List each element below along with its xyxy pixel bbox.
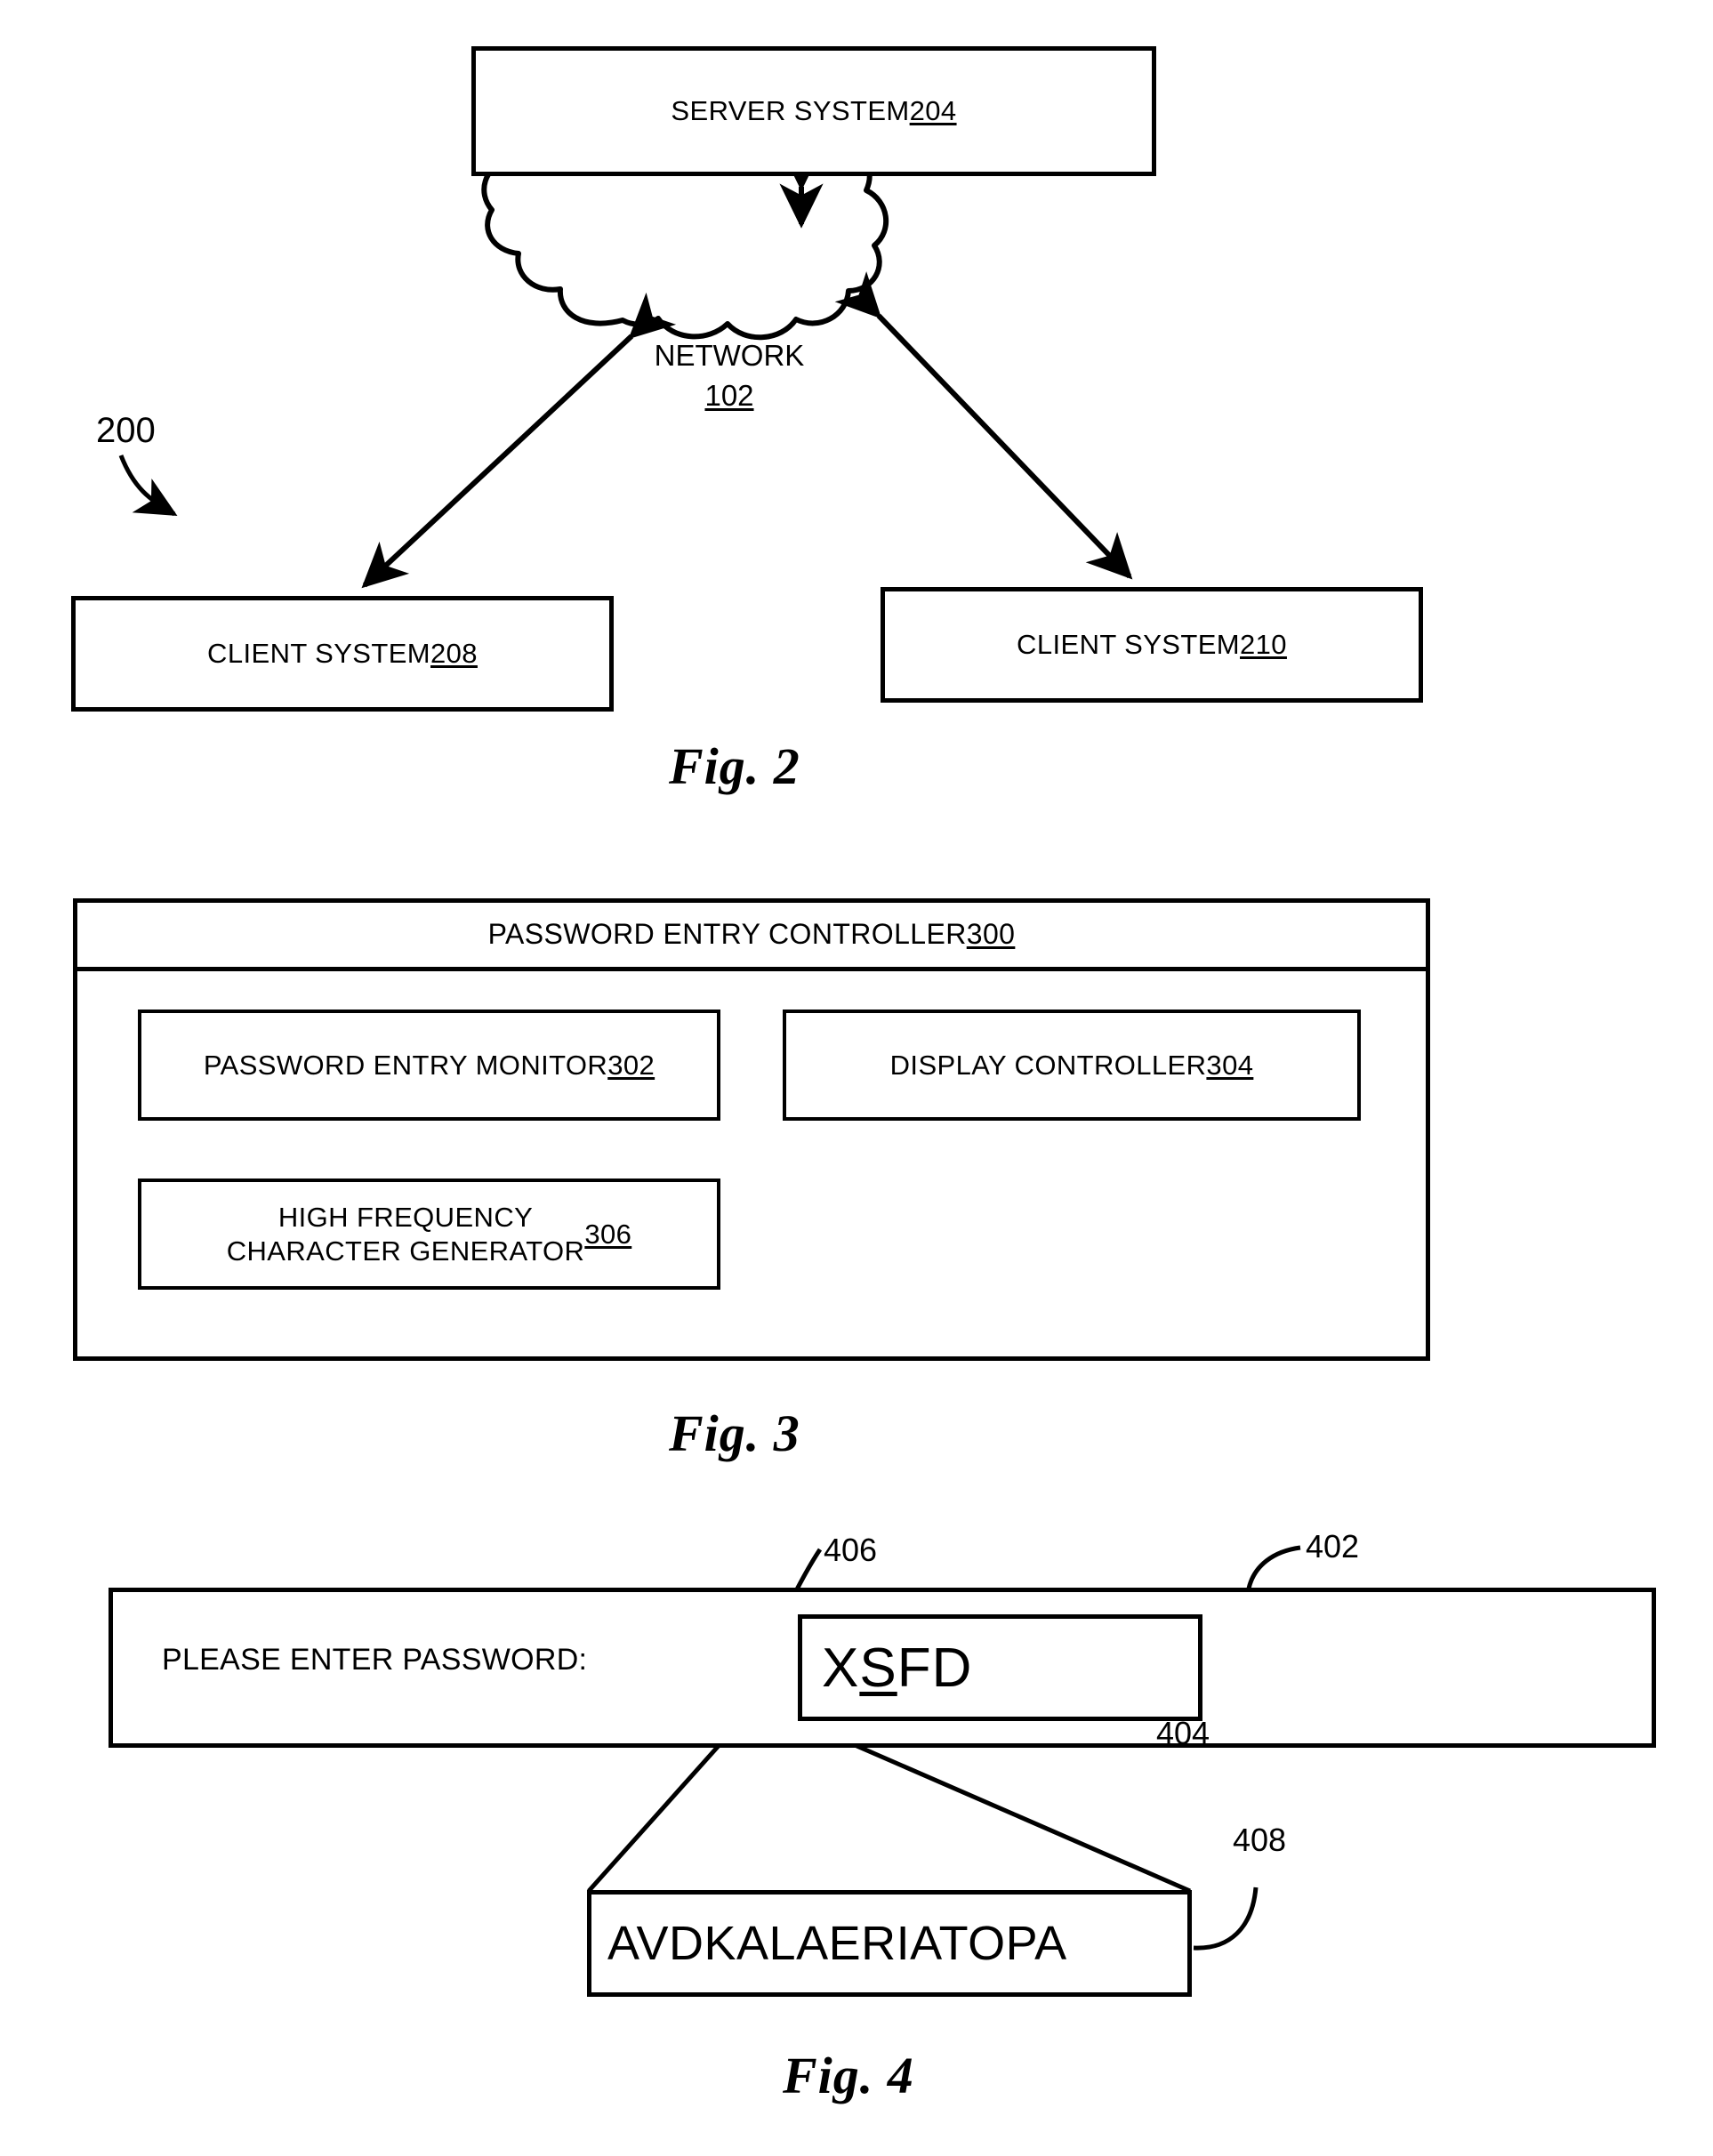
magnified-character-stream-text: AVDKALAERIATOPA [607, 1917, 1067, 1970]
server-system-label: SERVER SYSTEM [671, 95, 910, 127]
password-input-value: XSFD [822, 1635, 972, 1702]
highlight-406-callout: 406 [824, 1532, 878, 1568]
password-chars-before: X [822, 1637, 860, 1699]
panel-402-callout: 402 [1306, 1528, 1360, 1565]
password-entry-controller-ref: 300 [966, 918, 1016, 951]
magnified-character-stream-box: AVDKALAERIATOPA [587, 1890, 1192, 1997]
patent-drawing-sheet: SERVER SYSTEM 204 NETWORK 102 CLIENT SYS… [0, 0, 1713, 2156]
password-highlighted-char: S [859, 1637, 897, 1699]
password-entry-controller-label: PASSWORD ENTRY CONTROLLER [487, 918, 967, 951]
high-frequency-character-generator-box: HIGH FREQUENCY CHARACTER GENERATOR 306 [138, 1179, 720, 1290]
network-ref: 102 [704, 378, 754, 412]
magnified-408-callout: 408 [1233, 1822, 1287, 1858]
client-system-208-ref: 208 [430, 638, 478, 670]
network-cloud-label: NETWORK 102 [569, 336, 889, 415]
password-entry-controller-box: PASSWORD ENTRY CONTROLLER 300 [73, 898, 1430, 1361]
display-controller-label: DISPLAY CONTROLLER [889, 1049, 1207, 1081]
password-chars-after: FD [897, 1637, 973, 1699]
figure-2-caption: Fig. 2 [669, 737, 800, 795]
system-200-callout: 200 [96, 411, 156, 450]
display-controller-ref: 304 [1206, 1049, 1254, 1081]
figure-3-caption: Fig. 3 [669, 1404, 800, 1462]
field-404-callout: 404 [1156, 1715, 1210, 1751]
client-system-208-label: CLIENT SYSTEM [207, 638, 431, 670]
network-label-text: NETWORK [654, 339, 805, 372]
password-entry-monitor-label: PASSWORD ENTRY MONITOR [203, 1049, 608, 1081]
figure-4-caption: Fig. 4 [783, 2047, 914, 2104]
panel-402-leader [1246, 1545, 1301, 1589]
password-prompt-label: PLEASE ENTER PASSWORD: [162, 1643, 588, 1677]
server-system-box: SERVER SYSTEM 204 [471, 46, 1156, 176]
client-system-208-box: CLIENT SYSTEM 208 [71, 596, 614, 712]
password-entry-panel: PLEASE ENTER PASSWORD: XSFD [109, 1588, 1656, 1748]
network-client210-connector [834, 271, 1133, 580]
high-frequency-character-generator-label: HIGH FREQUENCY CHARACTER GENERATOR [226, 1201, 585, 1267]
password-entry-monitor-ref: 302 [607, 1049, 655, 1081]
client-system-210-label: CLIENT SYSTEM [1017, 629, 1241, 661]
magnified-408-leader [1193, 1886, 1259, 1951]
password-entry-monitor-box: PASSWORD ENTRY MONITOR 302 [138, 1010, 720, 1121]
system-200-leader [118, 455, 178, 517]
high-frequency-character-generator-ref: 306 [584, 1218, 632, 1250]
client-system-210-box: CLIENT SYSTEM 210 [881, 587, 1423, 703]
client-system-210-ref: 210 [1240, 629, 1287, 661]
server-system-ref: 204 [909, 95, 957, 127]
display-controller-box: DISPLAY CONTROLLER 304 [783, 1010, 1361, 1121]
password-entry-controller-header: PASSWORD ENTRY CONTROLLER 300 [77, 903, 1426, 971]
password-input-field[interactable]: XSFD [798, 1614, 1202, 1721]
